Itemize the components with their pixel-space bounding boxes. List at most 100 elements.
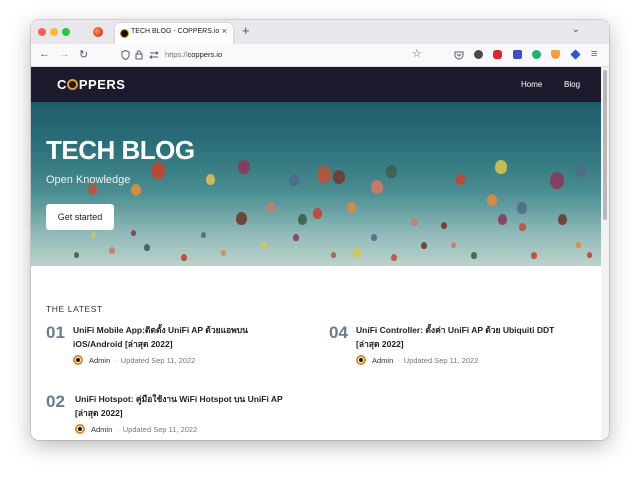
balloon-icon	[531, 252, 537, 259]
url-scheme: https://	[165, 50, 188, 59]
nav-link-home[interactable]: Home	[521, 80, 542, 89]
post-author[interactable]: Admin	[372, 356, 393, 365]
balloon-icon	[517, 202, 527, 214]
balloon-icon	[347, 202, 356, 213]
post-author[interactable]: Admin	[89, 356, 110, 365]
balloon-icon	[495, 160, 507, 174]
balloon-icon	[353, 248, 361, 258]
site-logo[interactable]: C PPERS	[57, 77, 125, 92]
url-host: coppers.io	[187, 50, 223, 59]
pocket-icon[interactable]	[454, 50, 464, 60]
site-header: C PPERS Home Blog	[31, 67, 601, 102]
balloon-icon	[471, 252, 477, 259]
metamask-fox-icon[interactable]	[551, 50, 560, 59]
balloon-icon	[201, 232, 206, 238]
latest-heading: THE LATEST	[46, 304, 103, 314]
balloon-icon	[293, 234, 299, 241]
post-title-link[interactable]: UniFi Hotspot: คู่มือใช้งาน WiFi Hotspot…	[75, 392, 295, 420]
shield-icon[interactable]	[121, 50, 130, 60]
balloon-icon	[558, 214, 567, 225]
extension-dark-icon[interactable]	[474, 50, 483, 59]
get-started-button[interactable]: Get started	[46, 204, 114, 230]
pinned-tab-firefox-icon[interactable]	[93, 27, 103, 37]
balloon-icon	[386, 165, 397, 178]
post-number: 04	[329, 323, 348, 342]
back-arrow-icon[interactable]: ←	[39, 48, 50, 60]
scrollbar-thumb[interactable]	[603, 70, 607, 220]
post-updated: Updated Sep 11, 2022	[122, 425, 198, 434]
balloon-icon	[391, 254, 397, 261]
balloon-icon	[411, 218, 418, 226]
balloon-icon	[575, 164, 586, 177]
balloon-icon	[331, 252, 336, 258]
logo-ring-icon	[67, 79, 79, 90]
extension-badge-icon[interactable]	[513, 50, 522, 59]
balloon-icon	[221, 250, 226, 256]
permissions-icon[interactable]	[149, 51, 159, 59]
balloon-icon	[289, 174, 299, 186]
balloon-icon	[519, 223, 526, 231]
balloon-icon	[109, 247, 115, 254]
browser-window: TECH BLOG - COPPERS.io × + ⌄ ← → ↻ https…	[31, 20, 609, 440]
post-meta: Admin · Updated Sep 11, 2022	[356, 353, 478, 365]
balloon-icon	[456, 174, 465, 185]
balloon-icon	[238, 160, 250, 174]
tab-bar: TECH BLOG - COPPERS.io × + ⌄	[31, 20, 609, 44]
balloon-icon	[498, 214, 507, 225]
zoom-window-button[interactable]	[62, 28, 70, 36]
post-updated: Updated Sep 11, 2022	[403, 356, 479, 365]
tab-list-chevron-icon[interactable]: ⌄	[572, 24, 580, 35]
logo-letters: PPERS	[78, 77, 126, 92]
balloon-icon	[421, 242, 427, 249]
logo-letter-c: C	[57, 77, 67, 92]
post-meta: Admin · Updated Sep 11, 2022	[75, 422, 197, 434]
balloon-icon	[74, 252, 79, 258]
balloon-icon	[261, 242, 267, 249]
balloon-icon	[451, 242, 456, 248]
minimize-window-button[interactable]	[50, 28, 58, 36]
forward-arrow-icon[interactable]: →	[59, 48, 70, 60]
page-scrollbar[interactable]	[601, 67, 609, 440]
post-title-link[interactable]: UniFi Controller: ตั้งค่า UniFi AP ด้วย …	[356, 323, 571, 351]
balloon-icon	[144, 244, 150, 251]
balloon-icon	[371, 234, 377, 241]
balloon-icon	[131, 230, 136, 236]
post-title-link[interactable]: UniFi Mobile App:ติดตั้ง UniFi AP ด้วยแอ…	[73, 323, 263, 351]
navigation-toolbar: ← → ↻ https://coppers.io ☆ ≡	[31, 44, 609, 67]
post-meta: Admin · Updated Sep 11, 2022	[73, 353, 195, 365]
balloon-icon	[550, 172, 564, 189]
author-avatar	[73, 355, 83, 365]
post-number: 02	[46, 392, 65, 411]
web-page: C PPERS Home Blog TECH BLOG Open Knowledg…	[31, 67, 601, 440]
meta-separator: ·	[114, 356, 117, 365]
lock-icon[interactable]	[135, 50, 143, 60]
author-avatar	[356, 355, 366, 365]
coppers-favicon-icon	[120, 29, 129, 38]
post-author[interactable]: Admin	[91, 425, 112, 434]
balloon-icon	[576, 242, 581, 248]
balloon-icon	[313, 208, 322, 219]
balloon-icon	[441, 222, 447, 229]
active-tab[interactable]: TECH BLOG - COPPERS.io ×	[115, 23, 233, 44]
adblock-extension-icon[interactable]	[493, 50, 502, 59]
balloon-icon	[317, 166, 331, 183]
close-window-button[interactable]	[38, 28, 46, 36]
post-updated: Updated Sep 11, 2022	[120, 356, 196, 365]
balloon-icon	[206, 174, 215, 185]
balloon-icon	[181, 254, 187, 261]
bookmark-star-icon[interactable]: ☆	[412, 47, 422, 60]
hamburger-menu-icon[interactable]: ≡	[591, 48, 597, 60]
tab-close-icon[interactable]: ×	[222, 26, 227, 36]
grammar-extension-icon[interactable]	[532, 50, 541, 59]
balloon-icon	[298, 214, 307, 225]
nav-link-blog[interactable]: Blog	[564, 80, 580, 89]
balloon-icon	[91, 232, 96, 238]
reload-icon[interactable]: ↻	[79, 48, 88, 61]
new-tab-button[interactable]: +	[242, 23, 250, 38]
balloon-icon	[333, 170, 345, 184]
extension-blue-icon[interactable]	[570, 49, 581, 60]
hero-title: TECH BLOG	[46, 135, 195, 165]
tab-title: TECH BLOG - COPPERS.io	[131, 28, 220, 35]
address-bar[interactable]: https://coppers.io	[165, 50, 222, 59]
meta-separator: ·	[397, 356, 400, 365]
